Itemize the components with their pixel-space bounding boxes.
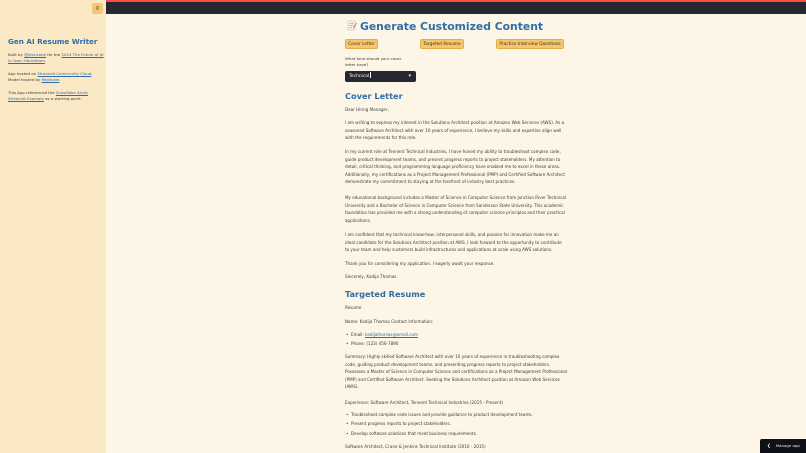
tone-select[interactable]: Technical ▾ — [345, 71, 416, 82]
cover-letter-paragraph: I am confident that my technical know-ho… — [345, 232, 562, 253]
cover-letter-paragraph: In my current role at Tennent Technical … — [345, 149, 565, 185]
author-link[interactable]: @Jessicade — [24, 52, 46, 57]
manage-app-label: Manage app — [775, 443, 800, 448]
resume-next-job-line: Software Architect, Crane & Jenkins Tech… — [345, 444, 486, 449]
chevron-left-icon: ❮ — [767, 444, 771, 449]
close-icon: x — [95, 4, 100, 12]
resume-phone-item: Phone: (123) 456-7890 — [346, 340, 567, 348]
cover-letter-paragraph: My educational background includes a Mas… — [345, 195, 566, 223]
email-link[interactable]: kadijathomas@email.com — [365, 332, 418, 337]
text-cursor — [369, 72, 371, 78]
practice-interview-questions-button[interactable]: Practice Interview Questions — [496, 39, 564, 49]
sidebar: x Gen AI Resume Writer Built by @Jessica… — [0, 0, 106, 453]
targeted-resume-button[interactable]: Targeted Resume — [420, 39, 464, 49]
cover-letter-paragraph: Thank you for considering my application… — [345, 261, 495, 266]
resume-name-line: Name: Kadija Thomas Contact Information: — [345, 319, 434, 324]
resume-bullet-item: Troubleshoot complex code issues and pro… — [346, 411, 567, 419]
resume-summary: Summary: Highly skilled Software Archite… — [345, 354, 567, 390]
resume-experience-line: Experience: Software Architect, Tennent … — [345, 400, 504, 405]
cover-letter-heading: Cover Letter — [345, 91, 403, 101]
sidebar-reference: This App referenced the Snowflake Arctic… — [8, 90, 89, 102]
tone-select-label: What tone should your cover letter have? — [345, 56, 402, 67]
sidebar-hosting-info: App hosted on Streamlit Community Cloud.… — [8, 71, 93, 83]
manage-app-button[interactable]: ❮ Manage app — [760, 439, 806, 453]
sidebar-title: Gen AI Resume Writer — [8, 37, 98, 46]
tone-select-value: Technical — [349, 74, 370, 79]
resume-email-item: Email: kadijathomas@email.com — [346, 331, 567, 339]
resume-label: Resume — [345, 305, 362, 310]
app-header-bar — [106, 0, 806, 14]
page-title: Generate Customized Content — [347, 20, 577, 33]
main-content: Generate Customized Content Cover Letter… — [106, 14, 806, 453]
header-accent-line — [106, 0, 806, 2]
cover-letter-button[interactable]: Cover Letter — [345, 39, 378, 49]
resume-bullet-item: Develop software solutions that meet bus… — [346, 430, 567, 438]
cover-letter-signoff: Sincerely, Kadija Thomas — [345, 274, 397, 279]
cover-letter-paragraph: I am writing to express my interest in t… — [345, 120, 565, 141]
collapse-sidebar-button[interactable]: x — [92, 3, 103, 14]
chevron-down-icon: ▾ — [408, 73, 411, 79]
page-title-text: Generate Customized Content — [360, 20, 544, 33]
cover-letter-greeting: Dear Hiring Manager, — [345, 107, 389, 112]
targeted-resume-heading: Targeted Resume — [345, 289, 426, 299]
memo-icon — [347, 20, 357, 31]
streamlit-cloud-link[interactable]: Streamlit Community Cloud — [37, 71, 91, 76]
sidebar-built-by: Built by @Jessicade for the 2024 The Fut… — [8, 52, 104, 64]
resume-bullet-item: Present progress reports to project stak… — [346, 420, 567, 428]
replicate-link[interactable]: Replicate — [41, 77, 59, 82]
